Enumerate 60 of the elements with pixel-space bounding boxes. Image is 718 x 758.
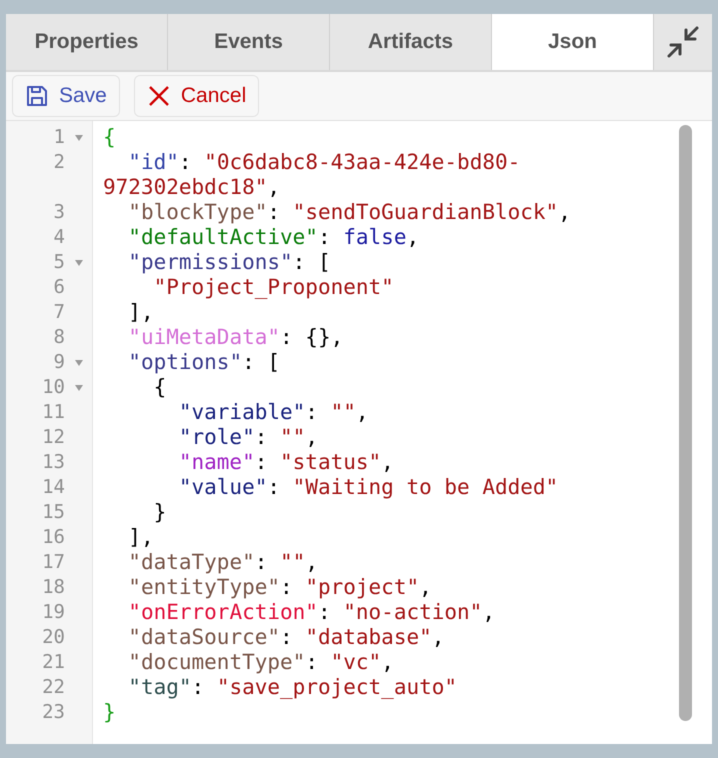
close-icon (146, 84, 171, 108)
collapse-button[interactable] (654, 14, 712, 70)
line-number: 10 (42, 375, 65, 400)
code-line: "variable": "", (178, 400, 370, 425)
line-number: 11 (42, 400, 65, 425)
fold-arrow-icon[interactable] (74, 359, 84, 367)
line-number: 13 (42, 450, 65, 475)
code-line: "Project_Proponent" (152, 275, 395, 300)
code-line: "blockType": "sendToGuardianBlock", (127, 200, 572, 225)
line-number: 23 (42, 700, 65, 725)
code-line: "id": "0c6dabc8-43aa-424e-bd80-972302ebdc18", (102, 150, 522, 200)
fold-arrow-icon[interactable] (74, 134, 84, 142)
code-line: { (152, 375, 168, 400)
code-line: "permissions": [ (127, 250, 332, 275)
line-number: 12 (42, 425, 65, 450)
code-line: "tag": "save_project_auto" (127, 675, 458, 700)
code-line: "dataSource": "database", (127, 625, 446, 650)
code-line: "dataType": "", (127, 550, 319, 575)
code-line: "uiMetaData": {}, (127, 325, 344, 350)
cancel-button[interactable]: Cancel (134, 75, 260, 117)
line-number: 8 (54, 325, 65, 350)
save-icon (25, 84, 49, 108)
line-number: 17 (42, 550, 65, 575)
code-line: "onErrorAction": "no-action", (127, 600, 496, 625)
line-number: 4 (54, 225, 65, 250)
code-line: "name": "status", (178, 450, 395, 475)
line-number: 19 (42, 600, 65, 625)
line-number: 22 (42, 675, 65, 700)
tab[interactable]: Properties (6, 14, 168, 70)
code-line: } (152, 500, 168, 525)
code-line: "defaultActive": false, (127, 225, 420, 250)
scrollbar[interactable] (679, 125, 692, 721)
line-number: 14 (42, 475, 65, 500)
line-number: 15 (42, 500, 65, 525)
code-line: } (102, 700, 117, 725)
collapse-icon (666, 25, 700, 59)
line-number: 18 (42, 575, 65, 600)
code-line: ], (127, 300, 155, 325)
line-number: 20 (42, 625, 65, 650)
code-line: { (102, 125, 117, 150)
code-line: "entityType": "project", (127, 575, 433, 600)
line-number: 9 (54, 350, 65, 375)
fold-arrow-icon[interactable] (74, 259, 84, 267)
tab[interactable]: Artifacts (330, 14, 492, 70)
code-line: "value": "Waiting to be Added" (178, 475, 560, 500)
code-line: "documentType": "vc", (127, 650, 395, 675)
line-number: 5 (54, 250, 65, 275)
fold-arrow-icon[interactable] (74, 384, 84, 392)
line-number: 2 (54, 150, 65, 175)
line-number: 6 (54, 275, 65, 300)
line-number: 21 (42, 650, 65, 675)
line-number: 16 (42, 525, 65, 550)
code-line: ], (127, 525, 155, 550)
line-number: 3 (54, 200, 65, 225)
line-number: 1 (54, 125, 65, 150)
code-line: "role": "", (178, 425, 319, 450)
code-line: "options": [ (127, 350, 282, 375)
tab[interactable]: Events (168, 14, 330, 70)
line-number: 7 (54, 300, 65, 325)
save-button[interactable]: Save (12, 75, 120, 117)
